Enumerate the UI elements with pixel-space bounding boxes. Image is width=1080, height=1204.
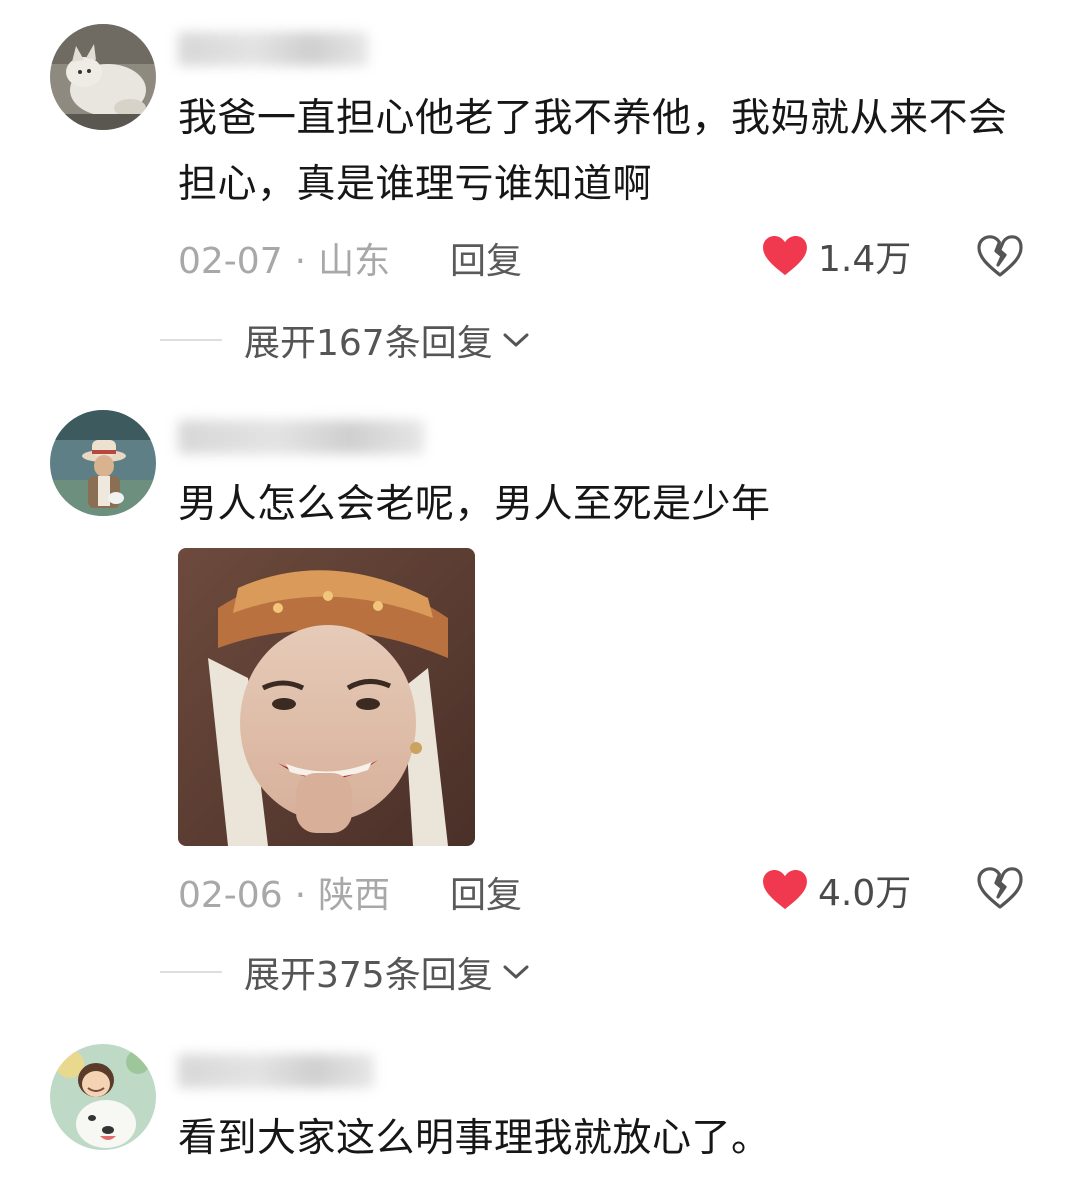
like-count: 4.0万: [818, 873, 912, 914]
comment-location: 山东: [318, 241, 391, 282]
avatar[interactable]: [50, 1044, 156, 1150]
expand-label: 展开167条回复: [244, 323, 493, 364]
like-count: 1.4万: [818, 239, 912, 280]
comment-text: 男人怎么会老呢，男人至死是少年: [178, 482, 771, 527]
broken-heart-icon[interactable]: [976, 864, 1024, 912]
chevron-down-icon: [503, 333, 529, 347]
username[interactable]: [178, 420, 424, 454]
comment-meta: 02-06 · 陕西: [178, 866, 390, 918]
divider-line: [160, 971, 222, 973]
comment-meta: 02-07 · 山东: [178, 232, 390, 284]
like-button[interactable]: 4.0万: [762, 866, 911, 914]
tang-monk-meme-image[interactable]: [178, 548, 475, 846]
expand-replies[interactable]: 展开375条回复: [160, 950, 531, 996]
expand-replies[interactable]: 展开167条回复: [160, 318, 531, 364]
username[interactable]: [178, 1054, 374, 1088]
chevron-down-icon: [503, 965, 529, 979]
comment-date: 02-06: [178, 875, 283, 916]
comment-location: 陕西: [318, 875, 391, 916]
avatar[interactable]: [50, 24, 156, 130]
broken-heart-icon[interactable]: [976, 232, 1024, 280]
divider-line: [160, 339, 222, 341]
like-button[interactable]: 1.4万: [762, 232, 911, 280]
avatar[interactable]: [50, 410, 156, 516]
username[interactable]: [178, 32, 368, 66]
reply-button[interactable]: 回复: [450, 866, 522, 918]
expand-label: 展开375条回复: [244, 955, 493, 996]
heart-icon: [763, 235, 807, 276]
heart-icon: [763, 869, 807, 910]
comment-text: 我爸一直担心他老了我不养他，我妈就从来不会担心，真是谁理亏谁知道啊: [178, 96, 1008, 207]
separator-dot: ·: [294, 241, 307, 282]
comment-date: 02-07: [178, 241, 283, 282]
reply-button[interactable]: 回复: [450, 232, 522, 284]
comment-text: 看到大家这么明事理我就放心了。: [178, 1116, 771, 1161]
separator-dot: ·: [294, 875, 307, 916]
